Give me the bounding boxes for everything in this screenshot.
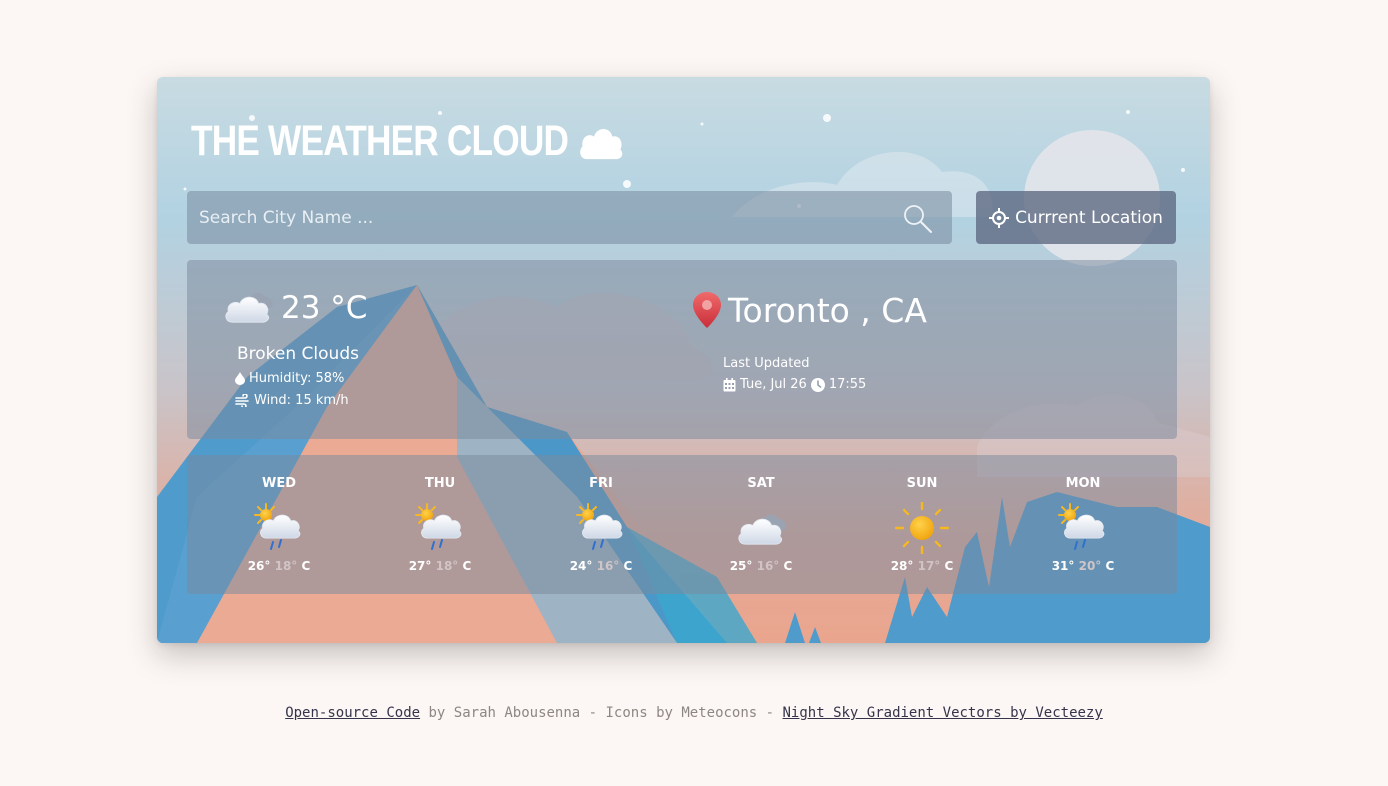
calendar-icon <box>723 377 736 391</box>
forecast-day-name: SUN <box>906 476 938 491</box>
forecast-low: 16° <box>756 559 780 573</box>
sun-cloud-rain-icon <box>1055 502 1111 554</box>
forecast-day-name: THU <box>424 476 456 491</box>
last-updated-row: Tue, Jul 26 17:55 <box>723 377 866 392</box>
forecast-unit: C <box>623 559 633 573</box>
forecast-low: 20° <box>1078 559 1102 573</box>
search-bar <box>187 191 952 244</box>
forecast-temps: 27° 18° C <box>380 559 500 573</box>
forecast-day-name: WED <box>261 476 296 491</box>
forecast-low: 17° <box>917 559 941 573</box>
source-code-link[interactable]: Open-source Code <box>285 705 420 721</box>
forecast-temps: 26° 18° C <box>219 559 339 573</box>
forecast-low: 16° <box>596 559 620 573</box>
current-location-button[interactable]: Currrent Location <box>976 191 1176 244</box>
forecast-low: 18° <box>274 559 298 573</box>
forecast-day: MON 31° 20° C <box>1023 455 1143 594</box>
forecast-day: SUN 28° 17° C <box>862 455 982 594</box>
weather-card: THE WEATHER CLOUD Currrent Location 23 °… <box>157 77 1210 643</box>
forecast-high: 27° <box>408 559 432 573</box>
forecast-unit: C <box>462 559 472 573</box>
forecast-high: 31° <box>1051 559 1075 573</box>
app-title-text: THE WEATHER CLOUD <box>191 117 569 165</box>
forecast-day: FRI 24° 16° C <box>541 455 661 594</box>
forecast-temps: 24° 16° C <box>541 559 661 573</box>
sun-cloud-rain-icon <box>573 502 629 554</box>
weather-description: Broken Clouds <box>237 344 359 364</box>
forecast-day-name: FRI <box>589 476 613 491</box>
sun-cloud-rain-icon <box>412 502 468 554</box>
search-input[interactable] <box>187 191 887 244</box>
wind-row: Wind: 15 km/h <box>235 393 349 408</box>
crosshair-icon <box>989 207 1010 228</box>
forecast-high: 26° <box>247 559 271 573</box>
search-icon[interactable] <box>902 203 934 235</box>
wind-text: Wind: 15 km/h <box>254 393 349 408</box>
droplet-icon <box>235 372 245 385</box>
current-location-label: Currrent Location <box>1015 207 1163 228</box>
city-name: Toronto , CA <box>728 291 927 330</box>
humidity-row: Humidity: 58% <box>235 371 344 386</box>
forecast-temps: 28° 17° C <box>862 559 982 573</box>
forecast-temps: 25° 16° C <box>701 559 821 573</box>
forecast-high: 25° <box>729 559 753 573</box>
forecast-high: 24° <box>569 559 593 573</box>
forecast-unit: C <box>783 559 793 573</box>
sun-icon <box>894 502 950 554</box>
current-temperature: 23 °C <box>281 290 368 326</box>
footer-credits: by Sarah Abousenna - Icons by Meteocons … <box>420 705 783 721</box>
forecast-day-name: SAT <box>747 476 775 491</box>
vecteezy-link[interactable]: Night Sky Gradient Vectors by Vecteezy <box>783 705 1103 721</box>
forecast-day: WED 26° 18° C <box>219 455 339 594</box>
forecast-day-name: MON <box>1065 476 1101 491</box>
broken-clouds-icon <box>219 288 277 328</box>
forecast-unit: C <box>944 559 954 573</box>
location-pin-icon <box>693 292 721 328</box>
forecast-low: 18° <box>435 559 459 573</box>
last-updated-time: 17:55 <box>828 377 867 392</box>
forecast-unit: C <box>301 559 311 573</box>
forecast-high: 28° <box>890 559 914 573</box>
forecast-unit: C <box>1105 559 1115 573</box>
cloud-logo-icon <box>580 128 623 159</box>
sun-cloud-rain-icon <box>251 502 307 554</box>
footer: Open-source Code by Sarah Abousenna - Ic… <box>0 705 1388 721</box>
last-updated-label: Last Updated <box>723 356 810 371</box>
app-title: THE WEATHER CLOUD <box>191 117 626 166</box>
forecast-day: THU 27° 18° C <box>380 455 500 594</box>
clock-icon <box>810 377 825 392</box>
current-weather-panel: 23 °C Broken Clouds Humidity: 58% Wind: … <box>187 260 1177 439</box>
humidity-text: Humidity: 58% <box>249 371 345 386</box>
forecast-panel: WED 26° 18° C THU 27° 18° C FRI 24° 16° … <box>187 455 1177 594</box>
forecast-day: SAT 25° 16° C <box>701 455 821 594</box>
forecast-temps: 31° 20° C <box>1023 559 1143 573</box>
wind-icon <box>235 394 249 407</box>
last-updated-date: Tue, Jul 26 <box>740 377 807 392</box>
broken-clouds-icon <box>733 502 789 554</box>
